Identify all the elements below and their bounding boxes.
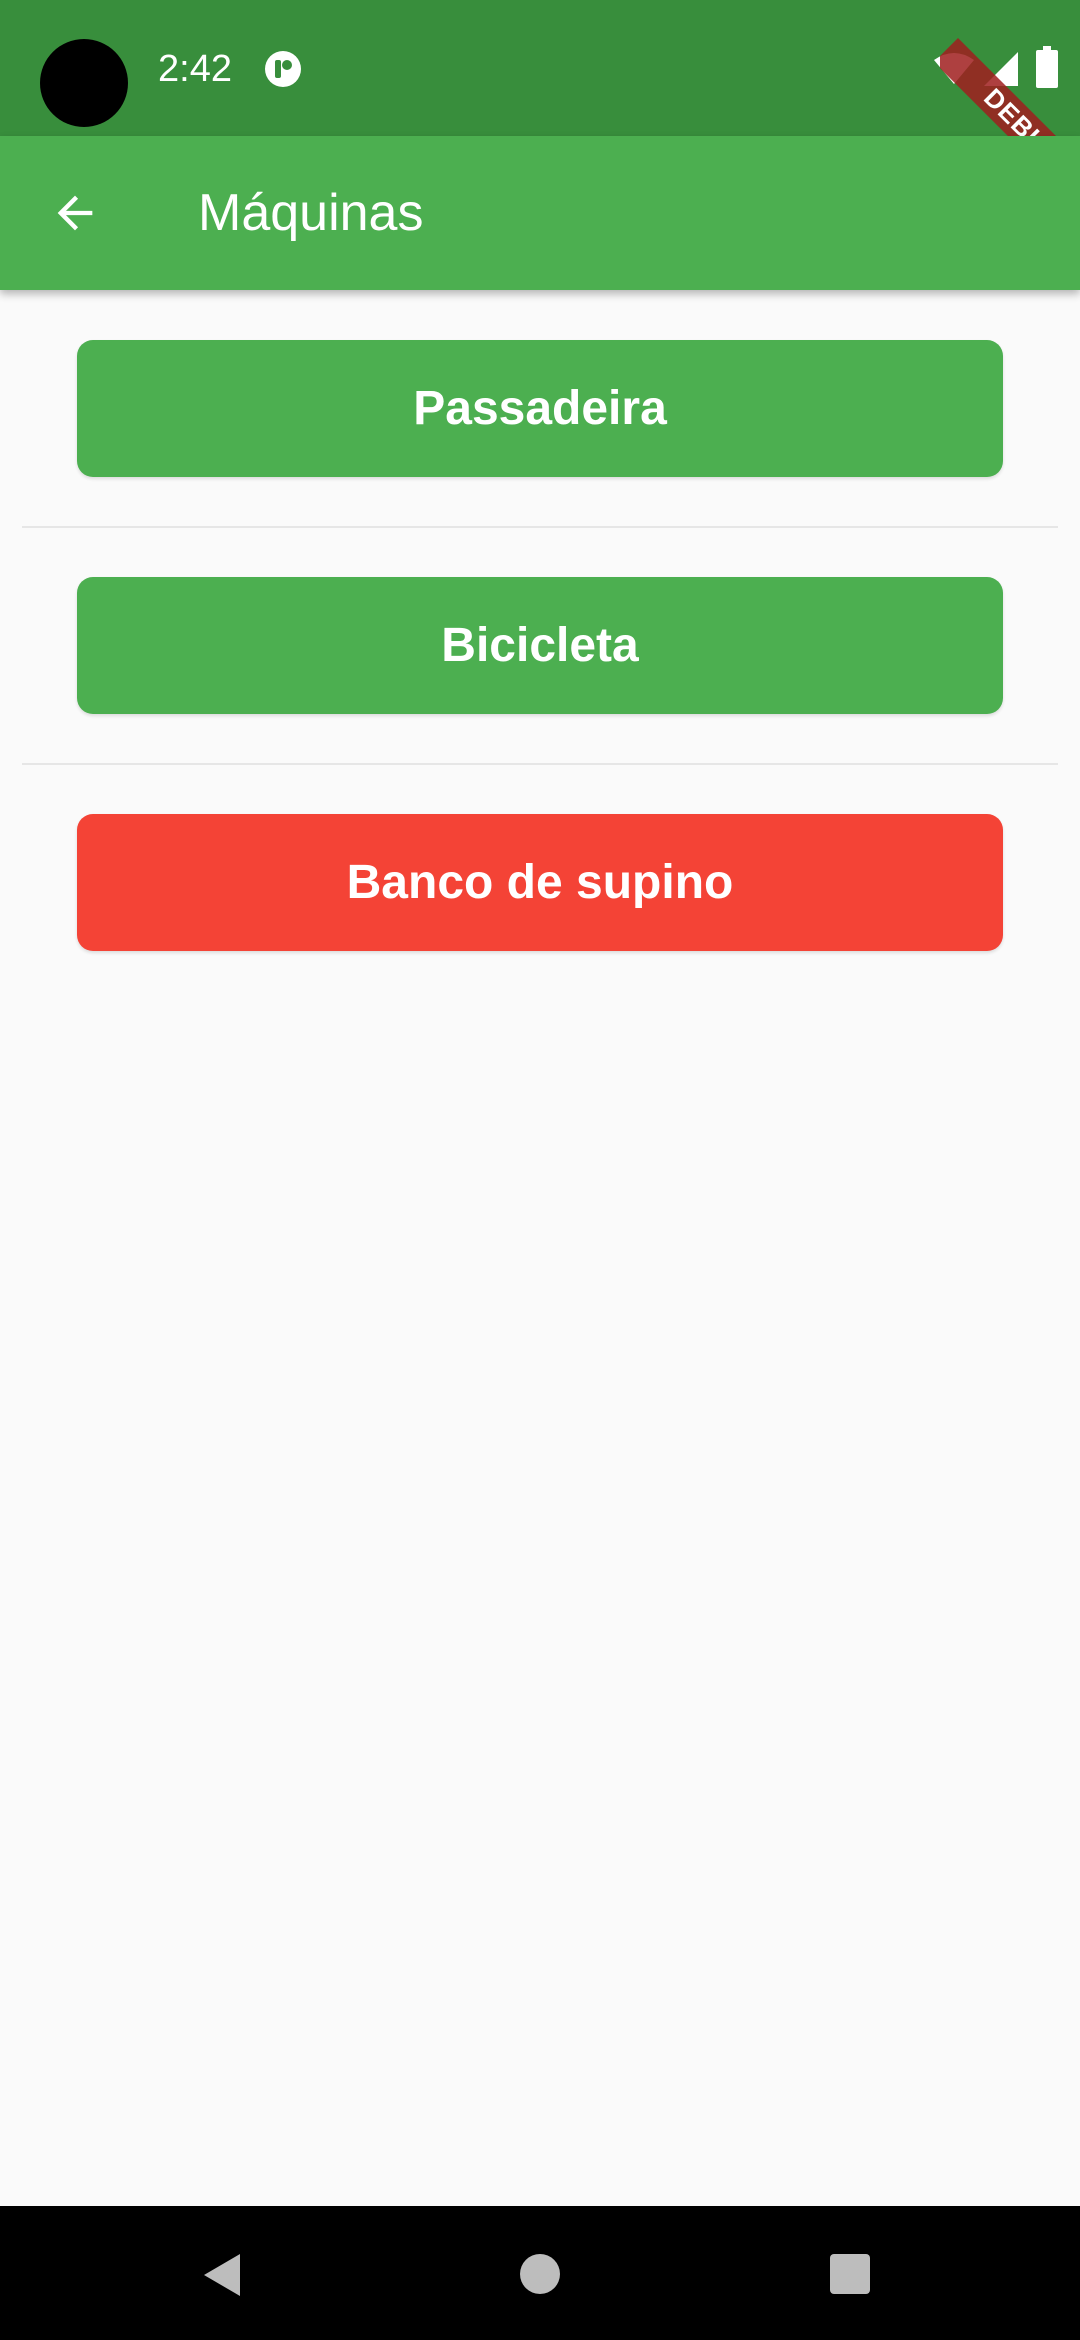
list-item: Passadeira	[0, 290, 1080, 528]
machine-button-bicicleta[interactable]: Bicicleta	[77, 577, 1003, 714]
nav-recents-icon[interactable]	[828, 2252, 872, 2296]
machine-button-banco-de-supino[interactable]: Banco de supino	[77, 814, 1003, 951]
debug-banner: DEBUG	[940, 0, 1080, 140]
camera-cutout	[40, 39, 128, 127]
machine-list: Passadeira Bicicleta Banco de supino	[0, 290, 1080, 1001]
arrow-back-icon	[57, 195, 93, 231]
nav-home-icon[interactable]	[518, 2252, 562, 2296]
nav-back-icon[interactable]	[200, 2252, 246, 2298]
back-button[interactable]	[30, 168, 120, 258]
list-item: Banco de supino	[0, 764, 1080, 1001]
list-item: Bicicleta	[0, 527, 1080, 765]
app-bar: Máquinas	[0, 136, 1080, 290]
page-title: Máquinas	[198, 184, 424, 242]
machine-button-passadeira[interactable]: Passadeira	[77, 340, 1003, 477]
navigation-bar	[0, 2206, 1080, 2340]
notification-icon	[265, 51, 301, 87]
debug-label: DEBUG	[940, 38, 1080, 140]
status-time: 2:42	[158, 48, 232, 90]
status-bar: 2:42 DEBUG	[0, 0, 1080, 140]
